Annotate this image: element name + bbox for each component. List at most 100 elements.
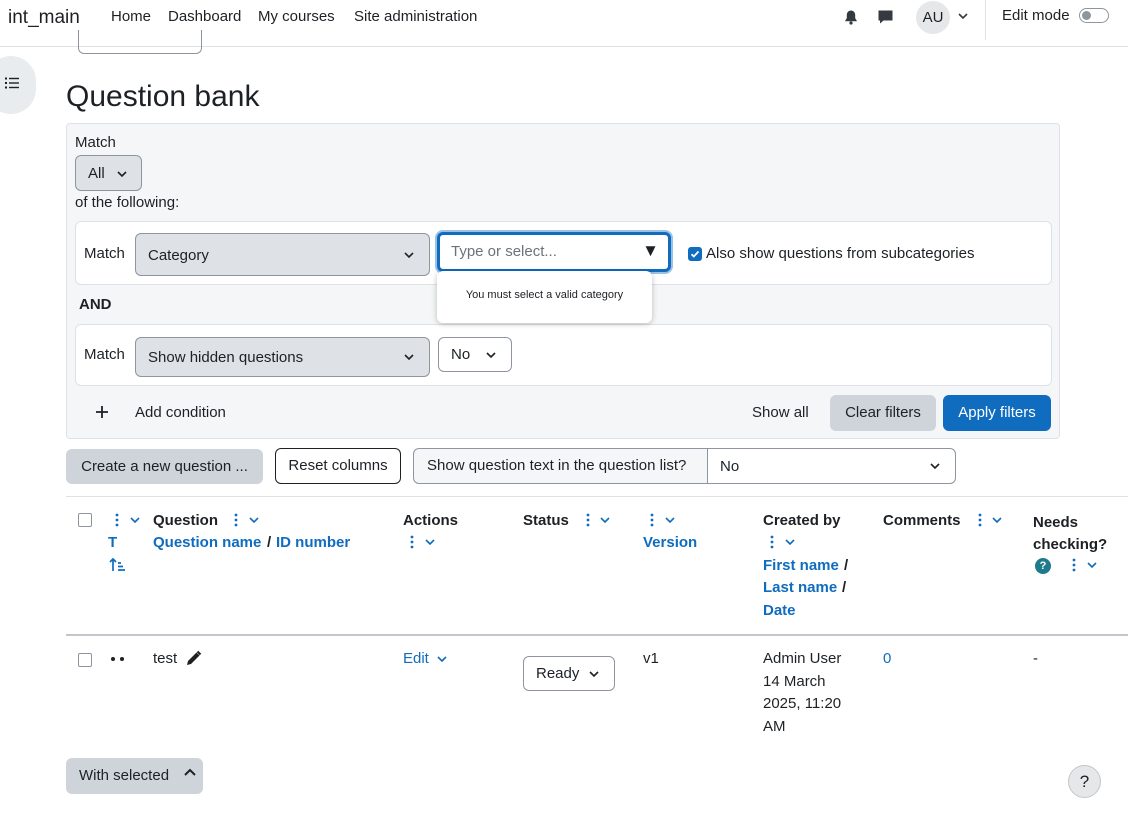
- kebab-menu-icon[interactable]: [769, 535, 775, 549]
- column-header-needs-checking: Needs checking?: [1033, 514, 1108, 553]
- plus-icon[interactable]: [95, 405, 109, 419]
- kebab-menu-icon[interactable]: [233, 513, 239, 527]
- sort-ascending-icon[interactable]: [109, 557, 126, 572]
- created-by-line: 14 March: [763, 673, 826, 690]
- chevron-down-icon[interactable]: [248, 514, 260, 526]
- column-header-comments: Comments: [883, 512, 961, 529]
- chevron-down-icon[interactable]: [424, 536, 436, 548]
- chevron-down-icon[interactable]: [664, 514, 676, 526]
- clear-filters-button[interactable]: Clear filters: [830, 395, 936, 431]
- condition-type-select[interactable]: Show hidden questions: [135, 337, 430, 377]
- site-brand[interactable]: int_main: [8, 7, 80, 29]
- kebab-menu-icon[interactable]: [649, 513, 655, 527]
- kebab-menu-icon[interactable]: [585, 513, 591, 527]
- version-value: v1: [643, 650, 659, 667]
- course-index-drawer-button[interactable]: [0, 56, 36, 114]
- select-all-checkbox[interactable]: [78, 513, 92, 527]
- chevron-down-icon[interactable]: [599, 514, 611, 526]
- hidden-questions-value: No: [451, 346, 471, 363]
- user-avatar[interactable]: AU: [916, 1, 950, 34]
- dropdown-triangle-icon[interactable]: ▼: [642, 241, 659, 261]
- sort-version-link[interactable]: Version: [643, 534, 697, 551]
- chevron-down-icon: [930, 463, 940, 470]
- kebab-menu-icon[interactable]: [409, 535, 415, 549]
- checkmark-icon: [690, 250, 700, 258]
- created-by-line: AM: [763, 718, 786, 735]
- table-header-border: [66, 634, 1128, 636]
- show-question-text-select[interactable]: No: [707, 448, 956, 484]
- chevron-down-icon[interactable]: [129, 514, 141, 526]
- condition-type-select[interactable]: Category: [135, 233, 430, 276]
- chevron-down-icon[interactable]: [784, 536, 796, 548]
- partial-button-stub[interactable]: [78, 30, 202, 54]
- condition-match-label: Match: [84, 346, 125, 363]
- table-top-border: [66, 496, 1128, 497]
- sort-last-name-link[interactable]: Last name: [763, 579, 837, 596]
- header-separator: /: [267, 534, 272, 551]
- edit-mode-label: Edit mode: [1002, 7, 1070, 24]
- nav-home[interactable]: Home: [111, 8, 151, 25]
- chevron-down-icon[interactable]: [991, 514, 1003, 526]
- chevron-down-icon: [117, 171, 127, 178]
- status-select[interactable]: Ready: [523, 656, 615, 691]
- subcategories-label[interactable]: Also show questions from subcategories: [706, 245, 974, 262]
- and-label: AND: [79, 296, 112, 313]
- notifications-bell-icon[interactable]: [843, 9, 859, 25]
- reset-columns-button[interactable]: Reset columns: [275, 448, 401, 484]
- kebab-menu-icon[interactable]: [114, 513, 120, 527]
- column-header-created-by: Created by: [763, 512, 841, 529]
- edit-action-menu[interactable]: Edit: [403, 650, 429, 667]
- match-label: Match: [75, 134, 116, 151]
- chevron-down-icon: [404, 252, 414, 259]
- chevron-down-icon: [486, 352, 496, 359]
- messages-chat-icon[interactable]: [877, 9, 894, 25]
- user-menu-chevron-down-icon[interactable]: [957, 10, 969, 22]
- category-validation-tooltip: You must select a valid category: [437, 271, 652, 323]
- match-type-value: All: [88, 165, 105, 182]
- row-select-checkbox[interactable]: [78, 653, 92, 667]
- column-header-actions: Actions: [403, 512, 459, 529]
- kebab-menu-icon[interactable]: [1071, 558, 1077, 572]
- category-autocomplete-input[interactable]: Type or select... ▼: [437, 232, 671, 272]
- nav-dashboard[interactable]: Dashboard: [168, 8, 241, 25]
- navbar-divider: [985, 0, 986, 40]
- created-by-line: 2025, 11:20: [763, 695, 842, 712]
- question-type-icon: [111, 657, 124, 661]
- chevron-down-icon[interactable]: [436, 653, 448, 665]
- status-value: Ready: [536, 665, 580, 682]
- show-question-text-value: No: [720, 458, 740, 475]
- header-separator: /: [842, 579, 847, 596]
- edit-pencil-icon[interactable]: [185, 650, 202, 667]
- with-selected-button[interactable]: With selected: [66, 758, 203, 794]
- nav-my-courses[interactable]: My courses: [258, 8, 335, 25]
- chevron-down-icon[interactable]: [1086, 559, 1098, 571]
- create-new-question-button[interactable]: Create a new question ...: [66, 449, 263, 484]
- condition-type-value: Show hidden questions: [148, 349, 304, 366]
- hidden-questions-value-select[interactable]: No: [438, 337, 512, 372]
- match-type-select[interactable]: All: [75, 155, 142, 191]
- nav-site-administration[interactable]: Site administration: [354, 8, 477, 25]
- edit-mode-toggle[interactable]: [1079, 8, 1109, 23]
- apply-filters-button[interactable]: Apply filters: [943, 395, 1051, 431]
- help-button[interactable]: ?: [1068, 765, 1101, 798]
- add-condition-button[interactable]: Add condition: [135, 404, 226, 421]
- with-selected-label: With selected: [79, 767, 170, 784]
- sort-id-number-link[interactable]: ID number: [276, 534, 350, 551]
- show-all-button[interactable]: Show all: [752, 404, 809, 421]
- condition-match-label: Match: [84, 245, 125, 262]
- sort-date-link[interactable]: Date: [763, 602, 796, 619]
- subcategories-checkbox[interactable]: [688, 247, 702, 261]
- sort-question-name-link[interactable]: Question name: [153, 534, 261, 551]
- kebab-menu-icon[interactable]: [977, 513, 983, 527]
- chevron-down-icon: [404, 354, 414, 361]
- page-title: Question bank: [66, 80, 260, 113]
- needs-checking-value: -: [1033, 650, 1038, 667]
- chevron-down-icon: [589, 671, 599, 678]
- needs-checking-help-icon[interactable]: ?: [1035, 558, 1051, 574]
- column-header-status: Status: [523, 512, 569, 529]
- comments-count-link[interactable]: 0: [883, 650, 891, 667]
- category-input-placeholder: Type or select...: [451, 243, 557, 260]
- sort-type-link[interactable]: T: [108, 534, 117, 551]
- show-question-text-label: Show question text in the question list?: [413, 448, 708, 484]
- sort-first-name-link[interactable]: First name: [763, 557, 839, 574]
